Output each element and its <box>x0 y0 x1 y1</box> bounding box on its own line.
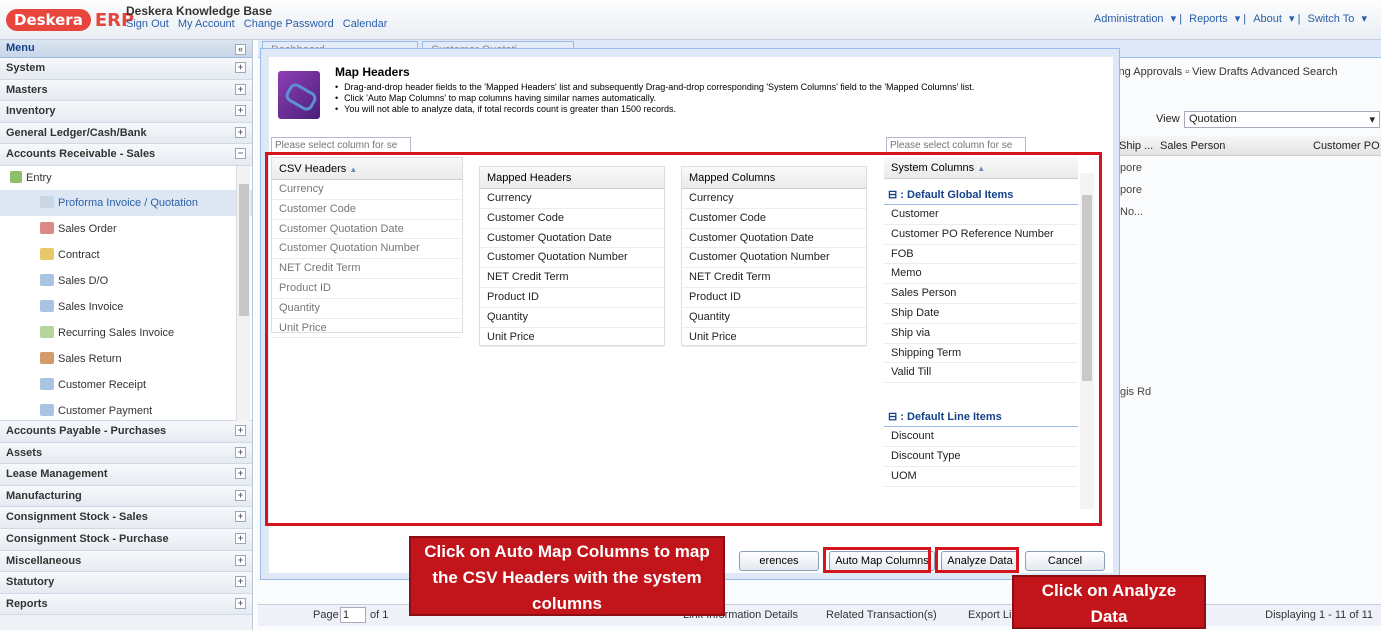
sidebar-item-accounts-payable[interactable]: Accounts Payable - Purchases + <box>0 420 252 443</box>
sign-out-link[interactable]: Sign Out <box>126 18 169 30</box>
sidebar-item-general-ledger[interactable]: General Ledger/Cash/Bank + <box>0 122 252 145</box>
auto-map-highlight <box>823 547 931 573</box>
tree-item-recurring-invoice[interactable]: Recurring Sales Invoice <box>0 320 252 346</box>
kb-title: Deskera Knowledge Base <box>126 4 273 18</box>
expand-icon[interactable]: + <box>235 532 246 544</box>
cancel-button[interactable]: Cancel <box>1025 551 1105 571</box>
recurring-icon <box>40 325 54 338</box>
sidebar-item-manufacturing[interactable]: Manufacturing + <box>0 485 252 508</box>
analyze-highlight <box>935 547 1019 573</box>
sidebar-item-consignment-sales[interactable]: Consignment Stock - Sales + <box>0 507 252 529</box>
analyze-callout: Click on Analyze Data <box>1012 575 1206 629</box>
sidebar-item-inventory[interactable]: Inventory + <box>0 101 252 123</box>
invoice-icon <box>40 299 54 312</box>
chevron-down-icon: ▾ <box>1369 114 1375 126</box>
payment-icon <box>40 403 54 416</box>
tree-item-sales-invoice[interactable]: Sales Invoice <box>0 294 252 320</box>
tree-entry[interactable]: Entry <box>0 166 252 190</box>
instructions: Drag-and-drop header fields to the 'Mapp… <box>335 82 974 115</box>
tree-item-sales-order[interactable]: Sales Order <box>0 216 252 242</box>
switch-to-menu[interactable]: Switch To <box>1308 13 1355 25</box>
expand-icon[interactable]: + <box>235 62 246 73</box>
my-account-link[interactable]: My Account <box>178 18 235 30</box>
tree-item-sales-return[interactable]: Sales Return <box>0 346 252 372</box>
system-search-input[interactable] <box>886 137 1026 153</box>
tree-item-customer-receipt[interactable]: Customer Receipt <box>0 372 252 398</box>
grid-header: Ship ... Sales Person Customer PO <box>1115 136 1381 156</box>
collapse-icon[interactable]: − <box>235 148 246 160</box>
sidebar-item-consignment-purchase[interactable]: Consignment Stock - Purchase + <box>0 528 252 551</box>
contract-icon <box>40 247 54 260</box>
collapse-icon[interactable]: « <box>235 44 246 55</box>
receipt-icon <box>40 377 54 390</box>
expand-icon[interactable]: + <box>235 446 246 458</box>
sidebar-item-accounts-receivable[interactable]: Accounts Receivable - Sales − <box>0 144 252 166</box>
dialog-title: Map Headers <box>335 65 410 79</box>
view-selector: View Quotation ▾ <box>1156 111 1380 128</box>
return-icon <box>40 351 54 364</box>
csv-search-input[interactable] <box>271 137 411 153</box>
highlight-box <box>265 152 1102 526</box>
change-password-link[interactable]: Change Password <box>244 18 334 30</box>
expand-icon[interactable]: + <box>235 126 246 138</box>
deskera-logo: Deskera ERP <box>6 7 134 33</box>
document-icon <box>40 195 54 208</box>
tree-scrollbar[interactable] <box>236 165 250 421</box>
about-menu[interactable]: About <box>1253 13 1282 25</box>
page-input[interactable]: 1 <box>340 607 366 623</box>
order-icon <box>40 221 54 234</box>
sidebar-item-statutory[interactable]: Statutory + <box>0 572 252 594</box>
sales-tree: Entry Proforma Invoice / Quotation Sales… <box>0 165 252 421</box>
account-links: Sign Out My Account Change Password Cale… <box>126 18 393 30</box>
tree-item-quotation[interactable]: Proforma Invoice / Quotation <box>0 189 252 216</box>
expand-icon[interactable]: + <box>235 83 246 95</box>
menu-header: Menu « <box>0 40 252 58</box>
expand-icon[interactable]: + <box>235 105 246 117</box>
expand-icon[interactable]: + <box>235 576 246 588</box>
paging-summary: Displaying 1 - 11 of 11 <box>1265 609 1373 621</box>
expand-icon[interactable]: + <box>235 424 246 436</box>
grid-toolbar: ding Approvals ▫ View Drafts Advanced Se… <box>1110 66 1338 78</box>
top-right-menu: Administration ▾ | Reports ▾ | About ▾ |… <box>1093 13 1367 25</box>
sidebar-item-reports[interactable]: Reports + <box>0 593 252 616</box>
sidebar-item-miscellaneous[interactable]: Miscellaneous + <box>0 550 252 573</box>
sidebar-item-system[interactable]: System + <box>0 58 252 80</box>
sidebar: Menu « System + Masters + Inventory + Gener… <box>0 40 253 630</box>
expand-icon[interactable]: + <box>235 468 246 480</box>
expand-icon[interactable]: + <box>235 554 246 566</box>
chain-link-icon <box>278 71 320 119</box>
view-dropdown[interactable]: Quotation ▾ <box>1184 111 1380 128</box>
top-bar: Deskera ERP Deskera Knowledge Base Sign … <box>0 0 1381 40</box>
reports-menu[interactable]: Reports <box>1189 13 1228 25</box>
auto-map-callout: Click on Auto Map Columns to map the CSV… <box>409 536 725 616</box>
expand-icon[interactable]: + <box>235 489 246 501</box>
sidebar-item-masters[interactable]: Masters + <box>0 79 252 102</box>
delivery-icon <box>40 273 54 286</box>
tree-item-contract[interactable]: Contract <box>0 242 252 268</box>
sidebar-item-assets[interactable]: Assets + <box>0 442 252 465</box>
sidebar-item-lease[interactable]: Lease Management + <box>0 464 252 486</box>
map-headers-dialog: Map Headers Drag-and-drop header fields … <box>260 48 1120 580</box>
administration-menu[interactable]: Administration <box>1094 13 1164 25</box>
expand-icon[interactable]: + <box>235 511 246 523</box>
folder-icon <box>10 170 22 183</box>
calendar-link[interactable]: Calendar <box>343 18 388 30</box>
preferences-button[interactable]: erences <box>739 551 819 571</box>
expand-icon[interactable]: + <box>235 597 246 609</box>
tree-item-sales-do[interactable]: Sales D/O <box>0 268 252 294</box>
